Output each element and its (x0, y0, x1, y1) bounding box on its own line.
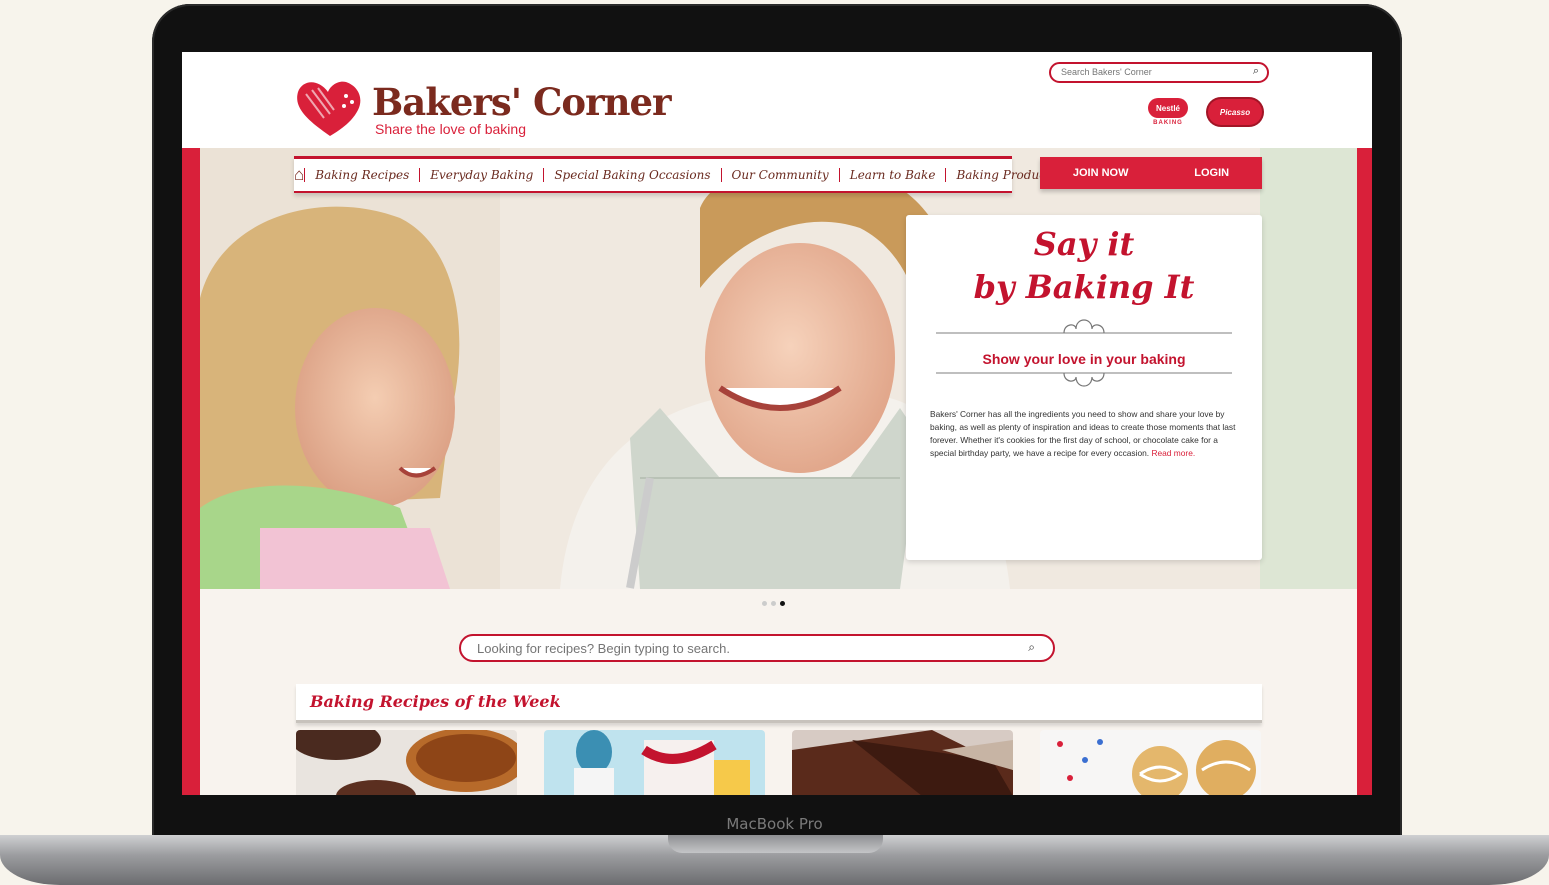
promo-body: Bakers' Corner has all the ingredients y… (930, 408, 1238, 460)
home-icon[interactable]: ⌂ (294, 159, 304, 191)
promo-subtitle: Show your love in your baking (982, 351, 1186, 367)
login-button[interactable]: LOGIN (1194, 167, 1229, 179)
recipes-of-week-header: Baking Recipes of the Week (296, 684, 1262, 723)
carousel-dot-active[interactable] (780, 601, 785, 606)
nav-item-our-community[interactable]: Our Community (720, 168, 839, 182)
promo-card: Say it by Baking It Show your love in yo… (906, 215, 1262, 560)
recipe-search-box[interactable]: ⌕ (459, 634, 1055, 662)
recipe-thumbnail-cookies[interactable] (1040, 730, 1261, 795)
read-more-link[interactable]: Read more. (1151, 448, 1195, 458)
nav-item-everyday-baking[interactable]: Everyday Baking (419, 168, 543, 182)
nestle-logo-name: Nestlé (1148, 98, 1188, 118)
nav-item-learn-to-bake[interactable]: Learn to Bake (838, 168, 946, 182)
site-search-box[interactable]: ⌕ (1049, 62, 1269, 83)
recipes-of-week-title: Baking Recipes of the Week (310, 692, 561, 711)
ornament-divider-top (936, 319, 1232, 334)
recipe-thumbnail-breakfast[interactable] (544, 730, 765, 795)
nav-item-special-occasions[interactable]: Special Baking Occasions (543, 168, 720, 182)
carousel-dots (762, 601, 785, 606)
recipe-thumbnail-tarts[interactable] (296, 730, 517, 795)
recipe-search-input[interactable] (477, 639, 997, 657)
right-accent-bar (1357, 148, 1372, 795)
nestle-baking-logo[interactable]: Nestlé BAKING (1146, 98, 1190, 128)
partner-brand-logo[interactable]: Picasso (1208, 99, 1262, 125)
search-icon[interactable]: ⌕ (1028, 640, 1035, 655)
promo-title-line2: by Baking It (973, 268, 1195, 306)
site-search-input[interactable] (1061, 65, 1241, 79)
site-header: Bakers' Corner Share the love of baking … (182, 52, 1372, 148)
site-logo-name[interactable]: Bakers' Corner (372, 80, 672, 124)
nestle-logo-sub: BAKING (1153, 120, 1183, 126)
carousel-dot[interactable] (762, 601, 767, 606)
main-navigation: ⌂ Baking Recipes Everyday Baking Special… (294, 156, 1057, 193)
search-icon[interactable]: ⌕ (1253, 65, 1259, 78)
account-buttons: JOIN NOW LOGIN (1040, 157, 1262, 189)
nav-item-baking-recipes[interactable]: Baking Recipes (304, 168, 419, 182)
recipe-thumbnail-chocolate[interactable] (792, 730, 1013, 795)
promo-title-line1: Say it (1033, 225, 1135, 263)
site-tagline: Share the love of baking (375, 121, 526, 137)
promo-title: Say it by Baking It (906, 223, 1262, 309)
laptop-model-label: MacBook Pro (726, 815, 823, 833)
ornament-divider-bottom (936, 372, 1232, 387)
carousel-dot[interactable] (771, 601, 776, 606)
left-accent-bar (182, 148, 200, 795)
website-screen: Bakers' Corner Share the love of baking … (182, 52, 1372, 795)
laptop-notch (668, 835, 883, 853)
join-now-button[interactable]: JOIN NOW (1073, 167, 1129, 179)
heart-mitt-logo-icon[interactable] (294, 78, 366, 140)
